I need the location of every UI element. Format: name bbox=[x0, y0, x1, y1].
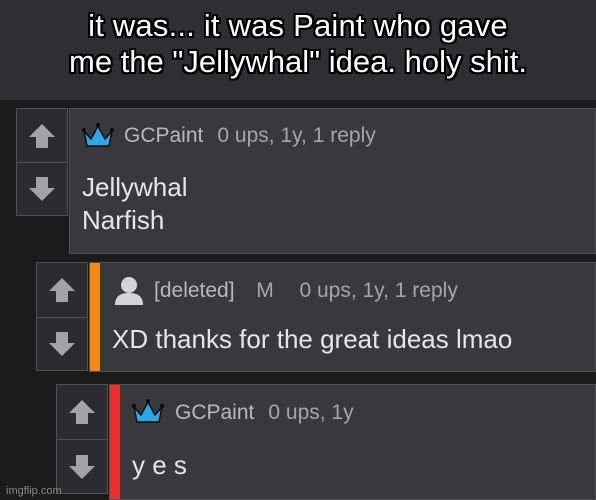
crown-icon bbox=[132, 399, 164, 423]
comment-card: [deleted] M 0 ups, 1y, 1 reply XD thanks… bbox=[89, 262, 596, 372]
downvote-arrow-icon bbox=[69, 454, 95, 479]
comment-stats: 0 ups, 1y, 1 reply bbox=[217, 124, 376, 147]
comment-stats: 0 ups, 1y, 1 reply bbox=[299, 279, 458, 302]
crown-icon bbox=[82, 123, 114, 147]
username-link[interactable]: GCPaint bbox=[124, 124, 203, 147]
username-link[interactable]: [deleted] bbox=[154, 279, 235, 302]
comment-body: XD thanks for the great ideas lmao bbox=[112, 323, 512, 356]
upvote-button[interactable] bbox=[17, 109, 67, 162]
downvote-arrow-icon bbox=[49, 331, 75, 356]
comment-card: GCPaint 0 ups, 1y y e s bbox=[109, 384, 596, 500]
comment-meta: GCPaint 0 ups, 1y bbox=[175, 401, 354, 425]
username-link[interactable]: GCPaint bbox=[175, 401, 254, 424]
comment-line: XD thanks for the great ideas lmao bbox=[112, 324, 513, 354]
upvote-button[interactable] bbox=[57, 385, 107, 439]
comment-body: y e s bbox=[132, 449, 187, 482]
user-flair: M bbox=[256, 279, 274, 302]
downvote-button[interactable] bbox=[57, 439, 107, 493]
caption-line-1: it was... it was Paint who gave bbox=[88, 8, 508, 43]
comment-stats: 0 ups, 1y bbox=[268, 401, 354, 424]
reply-accent-bar bbox=[110, 385, 120, 499]
comment-line: Jellywhal bbox=[82, 172, 188, 202]
comment-meta: GCPaint 0 ups, 1y, 1 reply bbox=[124, 124, 376, 148]
comment-card: GCPaint 0 ups, 1y, 1 reply Jellywhal Narf… bbox=[69, 108, 596, 254]
downvote-button[interactable] bbox=[37, 316, 87, 371]
vote-column bbox=[56, 384, 108, 494]
imgflip-watermark: imgflip.com bbox=[6, 485, 62, 497]
upvote-arrow-icon bbox=[69, 400, 95, 424]
upvote-arrow-icon bbox=[49, 277, 75, 302]
comment-meta: [deleted] M 0 ups, 1y, 1 reply bbox=[154, 279, 458, 303]
vote-column bbox=[16, 108, 68, 216]
user-avatar-icon bbox=[115, 277, 143, 305]
downvote-button[interactable] bbox=[17, 162, 67, 215]
comment-body: Jellywhal Narfish bbox=[82, 171, 188, 237]
upvote-button[interactable] bbox=[37, 263, 87, 317]
reply-accent-bar bbox=[90, 263, 100, 371]
upvote-arrow-icon bbox=[29, 123, 55, 148]
comment-line: Narfish bbox=[82, 205, 165, 235]
meme-caption: it was... it was Paint who gave me the "… bbox=[0, 8, 596, 80]
comment-line: y e s bbox=[132, 450, 187, 480]
caption-line-2: me the "Jellywhal" idea. holy shit. bbox=[69, 44, 527, 79]
vote-column bbox=[36, 262, 88, 371]
downvote-arrow-icon bbox=[29, 177, 55, 201]
